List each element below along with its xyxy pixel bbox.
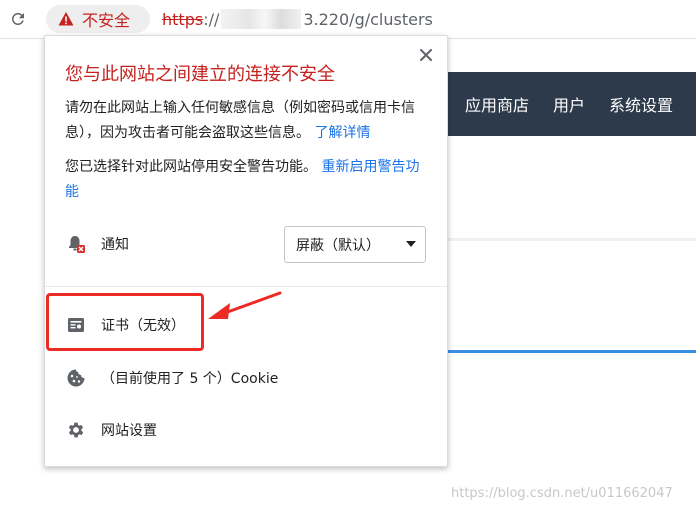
page-accent-line [440, 350, 696, 353]
cookie-icon [65, 367, 87, 389]
annotation-highlight-box [46, 293, 204, 351]
chevron-down-icon [406, 241, 416, 247]
site-settings-row[interactable]: 网站设置 [65, 419, 157, 441]
security-chip[interactable]: 不安全 [46, 5, 150, 33]
nav-item-app-store[interactable]: 应用商店 [465, 92, 529, 116]
site-settings-label: 网站设置 [101, 423, 157, 439]
redacted-host [221, 9, 302, 29]
notification-select-value: 屏蔽（默认） [296, 237, 380, 254]
address-bar: 不安全 https :// 3.220 /g/clusters [0, 0, 696, 39]
page-divider [440, 238, 696, 241]
url-separator: :// [203, 9, 220, 29]
url-path: /g/clusters [349, 9, 433, 29]
cookie-usage-label: （目前使用了 5 个）Cookie [101, 371, 279, 387]
page-top-nav: 应用商店 用户 系统设置 [440, 72, 696, 136]
notification-permission-row: 通知 [65, 233, 129, 255]
nav-item-users[interactable]: 用户 [553, 92, 585, 116]
warning-disabled-note: 您已选择针对此网站停用安全警告功能。 重新启用警告功能 [65, 155, 427, 205]
popup-title: 您与此网站之间建立的连接不安全 [65, 64, 335, 85]
url-scheme: https [162, 9, 204, 29]
notification-label: 通知 [101, 237, 129, 253]
notification-blocked-icon [65, 233, 87, 255]
popup-description: 请勿在此网站上输入任何敏感信息（例如密码或信用卡信息），因为攻击者可能会盗取这些… [65, 96, 427, 146]
reload-button[interactable] [6, 7, 30, 31]
cookies-row[interactable]: （目前使用了 5 个）Cookie [65, 367, 278, 389]
warning-icon [58, 11, 74, 27]
learn-more-link[interactable]: 了解详情 [314, 125, 370, 141]
browser-screenshot: 不安全 https :// 3.220 /g/clusters 应用商店 用户 … [0, 0, 696, 514]
site-info-popup: 您与此网站之间建立的连接不安全 请勿在此网站上输入任何敏感信息（例如密码或信用卡… [44, 35, 448, 467]
close-button[interactable] [417, 46, 435, 64]
watermark: https://blog.csdn.net/u011662047 [451, 486, 673, 501]
url-field[interactable]: https :// 3.220 /g/clusters [162, 8, 433, 30]
annotation-arrow [208, 291, 282, 319]
not-secure-label: 不安全 [82, 11, 131, 30]
warning-disabled-text: 您已选择针对此网站停用安全警告功能。 [65, 159, 317, 175]
url-host: 3.220 [303, 9, 350, 29]
notification-permission-select[interactable]: 屏蔽（默认） [284, 226, 426, 263]
reload-icon [11, 12, 24, 25]
gear-icon [65, 419, 87, 441]
nav-item-system-settings[interactable]: 系统设置 [609, 92, 673, 116]
close-icon [420, 49, 432, 61]
